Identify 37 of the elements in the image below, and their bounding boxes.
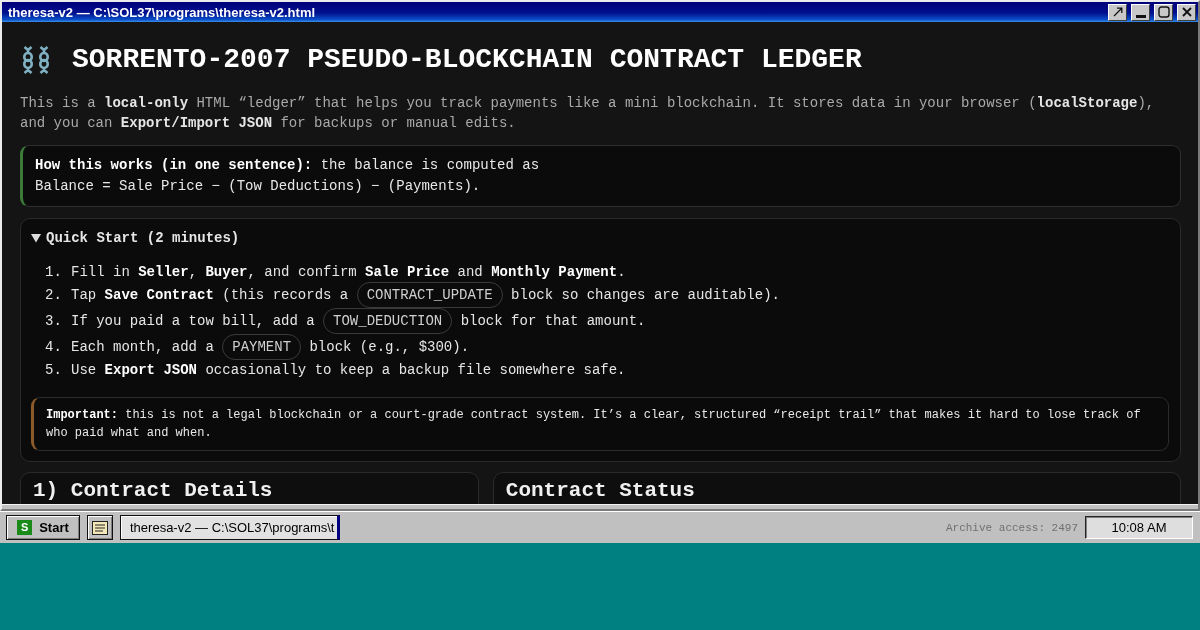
callout-text: How this works (in one sentence): the balance is computed as Balance = Sale Price − (Tow Deductions) − (Payments). <box>35 156 541 196</box>
document-icon <box>92 520 108 535</box>
page-title: SORRENTO-2007 PSEUDO-BLOCKCHAIN CONTRACT LEDGER <box>72 43 862 77</box>
diagonal-arrow-icon <box>1112 7 1123 17</box>
step-text: Use Export JSON occasionally to keep a backup file somewhere safe. <box>71 362 626 378</box>
minimize-button[interactable] <box>1131 3 1150 21</box>
step-number: 4. <box>45 337 63 357</box>
clock: 10:08 AM <box>1085 516 1193 539</box>
step-text: Tap Save Contract (this records a <box>71 286 350 303</box>
start-button[interactable]: S Start <box>6 515 80 540</box>
step-text: Fill in Seller, Buyer, and confirm Sale Price and Monthly Payment. <box>71 264 626 280</box>
chain-icon <box>22 46 50 74</box>
step-number: 1. <box>45 263 63 282</box>
pop-out-button[interactable] <box>1108 3 1127 21</box>
intro-text: This is a local-only HTML “ledger” that helps you track payments like a mini blockchain. It stores data in your browser (localStorage), and you can Export/Import JSON for backups or manual edits. <box>20 94 1156 133</box>
step-text: Each month, add a <box>71 338 215 355</box>
step-text: block so changes are auditable). <box>510 286 780 303</box>
status-text: Archive access: 2497 <box>945 521 1078 534</box>
step-text: If you paid a tow bill, add a <box>71 312 316 329</box>
step-number: 5. <box>45 361 63 380</box>
step-text: block (e.g., $300). <box>308 338 470 355</box>
quick-launch-button[interactable] <box>87 515 113 540</box>
section-heading: 1) Contract Details <box>33 479 274 502</box>
maximize-icon <box>1157 6 1170 18</box>
step-number: 2. <box>45 285 63 305</box>
taskbar-window-button[interactable]: theresa-v2 — C:\SOL37\programs\t <box>120 515 341 540</box>
step-text: block for that amount. <box>459 312 646 329</box>
close-icon <box>1181 7 1192 17</box>
note-text: Important: this is not a legal blockchain or a court-grade contract system. It’s a clear, structured “receipt trail” that makes it hard to lose track of who paid what and when. <box>46 407 1142 442</box>
minimize-icon <box>1135 15 1146 18</box>
start-logo: S <box>17 520 33 535</box>
maximize-button[interactable] <box>1154 3 1173 21</box>
step-number: 3. <box>45 311 63 331</box>
window-title: theresa-v2 — C:\SOL37\programs\theresa-v2.html <box>8 4 316 20</box>
section-heading: Contract Status <box>505 479 696 502</box>
close-button[interactable] <box>1177 3 1196 21</box>
quick-start-summary[interactable]: Quick Start (2 minutes) <box>31 228 240 248</box>
